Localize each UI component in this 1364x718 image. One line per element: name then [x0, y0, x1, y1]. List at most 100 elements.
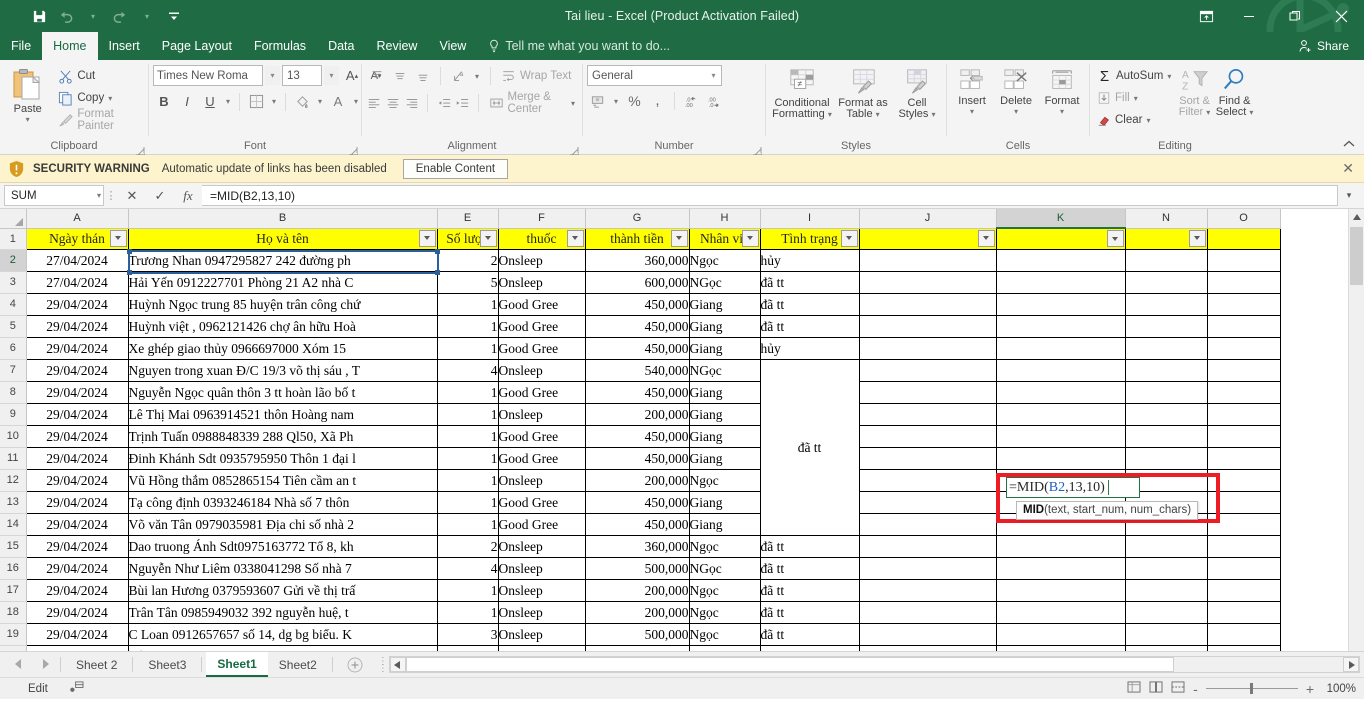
cell-o16[interactable]: [1207, 557, 1281, 580]
alignment-dialog-launcher[interactable]: [570, 145, 580, 156]
insert-cells-dropdown-icon[interactable]: ▾: [970, 107, 974, 116]
cell-i2[interactable]: hủy: [760, 249, 860, 272]
cell-a11[interactable]: 29/04/2024: [26, 447, 129, 470]
worksheet-grid[interactable]: A B E F G H I J K N O 1 Ngày thán Họ và …: [0, 209, 1364, 651]
cell-styles-dropdown-icon[interactable]: ▾: [932, 110, 936, 119]
cell-e14[interactable]: 1: [437, 513, 499, 536]
cell-k7[interactable]: [996, 359, 1126, 382]
table-row[interactable]: 18 29/04/2024 Trân Tân 0985949032 392 nguy…: [0, 601, 1281, 624]
header-cell-b1[interactable]: Họ và tên: [128, 228, 438, 250]
cell-o2[interactable]: [1207, 249, 1281, 272]
tab-insert[interactable]: Insert: [98, 32, 151, 60]
collapse-ribbon-icon[interactable]: [1342, 139, 1356, 152]
cell-b7[interactable]: Nguyen trong xuan Đ/C 19/3 võ thị sáu , …: [128, 359, 438, 382]
cell-a15[interactable]: 29/04/2024: [26, 535, 129, 558]
cell-e5[interactable]: 1: [437, 315, 499, 338]
cell-f17[interactable]: Onsleep: [498, 579, 586, 602]
page-layout-view-icon[interactable]: [1149, 681, 1163, 696]
filter-button-n[interactable]: [1188, 229, 1206, 247]
header-cell-i1[interactable]: Tình trạng: [760, 228, 860, 250]
cell-f2[interactable]: Onsleep: [498, 249, 586, 272]
cell-e17[interactable]: 1: [437, 579, 499, 602]
cell-h2[interactable]: Ngọc: [689, 249, 761, 272]
cell-f8[interactable]: Good Gree: [498, 381, 586, 404]
header-cell-o1[interactable]: [1207, 228, 1281, 250]
filter-button-k[interactable]: [1106, 230, 1124, 247]
cell-n4[interactable]: [1125, 293, 1208, 316]
cell-a12[interactable]: 29/04/2024: [26, 469, 129, 492]
autosum-button[interactable]: Σ AutoSum ▾: [1094, 65, 1176, 87]
cell-n8[interactable]: [1125, 381, 1208, 404]
row-header-6[interactable]: 6: [0, 337, 27, 360]
cell-o5[interactable]: [1207, 315, 1281, 338]
cell-o6[interactable]: [1207, 337, 1281, 360]
column-header-b[interactable]: B: [128, 209, 438, 229]
cell-j5[interactable]: [859, 315, 997, 338]
cell-a7[interactable]: 29/04/2024: [26, 359, 129, 382]
borders-dropdown-icon[interactable]: ▾: [268, 91, 280, 112]
delete-cells-dropdown-icon[interactable]: ▾: [1014, 107, 1018, 116]
cut-button[interactable]: Cut: [55, 65, 144, 87]
cell-j7[interactable]: [859, 359, 997, 382]
table-row[interactable]: 2 27/04/2024 Trương Nhan 0947295827 242 đư…: [0, 249, 1281, 272]
cell-j14[interactable]: [859, 513, 997, 536]
save-icon[interactable]: [26, 4, 52, 28]
enter-icon[interactable]: ✓: [146, 185, 174, 207]
header-cell-e1[interactable]: Số lượn: [437, 228, 499, 250]
cell-a8[interactable]: 29/04/2024: [26, 381, 129, 404]
row-header-10[interactable]: 10: [0, 425, 27, 448]
cell-a3[interactable]: 27/04/2024: [26, 271, 129, 294]
conditional-formatting-dropdown-icon[interactable]: ▾: [828, 110, 832, 119]
row-header-19[interactable]: 19: [0, 623, 27, 646]
cell-a10[interactable]: 29/04/2024: [26, 425, 129, 448]
cell-h10[interactable]: Giang: [689, 425, 761, 448]
enable-content-button[interactable]: Enable Content: [402, 158, 509, 179]
undo-dropdown-icon[interactable]: ▾: [80, 4, 106, 28]
filter-button-a[interactable]: [109, 229, 127, 247]
cell-g4[interactable]: 450,000: [585, 293, 690, 316]
row-header-13[interactable]: 13: [0, 491, 27, 514]
font-color-dropdown-icon[interactable]: ▾: [350, 91, 362, 112]
row-header-12[interactable]: 12: [0, 469, 27, 492]
cell-j17[interactable]: [859, 579, 997, 602]
merge-dropdown-icon[interactable]: ▾: [571, 99, 575, 108]
table-row[interactable]: 7 29/04/2024 Nguyen trong xuan Đ/C 19/3 võ…: [0, 359, 1281, 536]
tab-view[interactable]: View: [428, 32, 477, 60]
header-cell-k1[interactable]: [996, 227, 1126, 250]
cell-b13[interactable]: Tạ công định 0393246184 Nhà số 7 thôn: [128, 491, 438, 514]
merged-cell-i7-i14[interactable]: đã tt: [760, 359, 860, 536]
cell-j2[interactable]: [859, 249, 997, 272]
cell-g13[interactable]: 450,000: [585, 491, 690, 514]
cell-o17[interactable]: [1207, 579, 1281, 602]
cell-n10[interactable]: [1125, 425, 1208, 448]
normal-view-icon[interactable]: [1127, 681, 1141, 696]
font-size-input[interactable]: 13: [282, 65, 322, 86]
cell-g5[interactable]: 450,000: [585, 315, 690, 338]
filter-button-g[interactable]: [670, 229, 688, 247]
cell-j19[interactable]: [859, 623, 997, 646]
new-sheet-icon[interactable]: [337, 652, 373, 677]
font-size-dropdown-icon[interactable]: ▾: [324, 66, 339, 85]
cell-k19[interactable]: [996, 623, 1126, 646]
cell-h9[interactable]: Giang: [689, 403, 761, 426]
cell-f16[interactable]: Onsleep: [498, 557, 586, 580]
minimize-icon[interactable]: [1226, 0, 1272, 32]
fill-color-dropdown-icon[interactable]: ▾: [314, 91, 326, 112]
underline-dropdown-icon[interactable]: ▾: [222, 91, 234, 112]
cell-n11[interactable]: [1125, 447, 1208, 470]
tab-formulas[interactable]: Formulas: [243, 32, 317, 60]
cell-a6[interactable]: 29/04/2024: [26, 337, 129, 360]
cell-f5[interactable]: Good Gree: [498, 315, 586, 338]
row-header-14[interactable]: 14: [0, 513, 27, 536]
cell-f14[interactable]: Good Gree: [498, 513, 586, 536]
cell-h6[interactable]: Giang: [689, 337, 761, 360]
conditional-formatting-button[interactable]: ≠ Conditional Formatting ▾: [771, 65, 833, 120]
cell-g14[interactable]: 450,000: [585, 513, 690, 536]
cell-f6[interactable]: Good Gree: [498, 337, 586, 360]
table-row[interactable]: 9 29/04/2024 Lê Thị Mai 0963914521 thôn Ho…: [0, 403, 1281, 426]
cell-a9[interactable]: 29/04/2024: [26, 403, 129, 426]
filter-button-f[interactable]: [566, 229, 584, 247]
column-header-f[interactable]: F: [498, 209, 586, 229]
column-header-i[interactable]: I: [760, 209, 860, 229]
cell-a19[interactable]: 29/04/2024: [26, 623, 129, 646]
